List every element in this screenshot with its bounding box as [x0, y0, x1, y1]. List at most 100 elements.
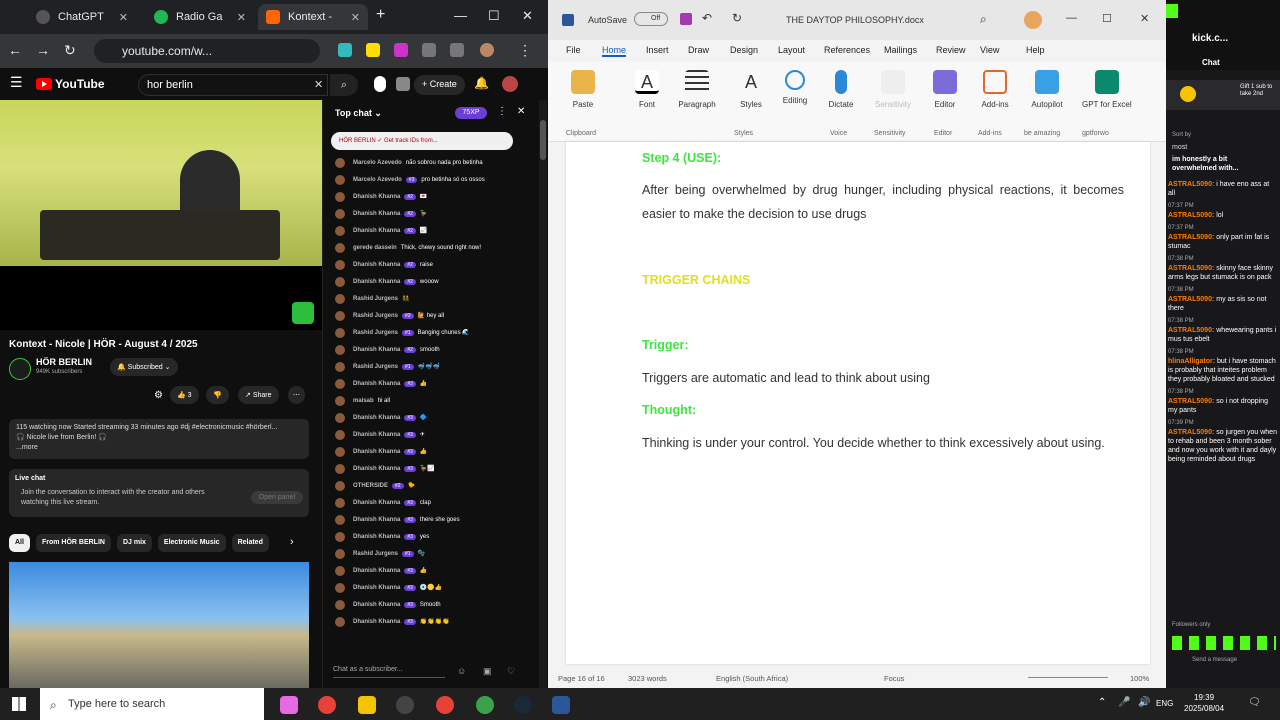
send-message-input[interactable]: Send a message: [1192, 656, 1246, 664]
zoom-level[interactable]: 100%: [1130, 674, 1149, 683]
copilot-icon[interactable]: [280, 696, 298, 714]
split-icon[interactable]: [450, 43, 464, 57]
kick-message[interactable]: 07:38 PM ASTRAL5090: so i not dropping my…: [1168, 388, 1278, 415]
windows-start-icon[interactable]: [12, 697, 26, 711]
hamburger-icon[interactable]: ☰: [10, 74, 23, 91]
ribbon-tab-file[interactable]: File: [566, 45, 581, 55]
ribbon-tab-references[interactable]: References: [824, 45, 870, 55]
extension-icon[interactable]: [338, 43, 352, 57]
pinned-message[interactable]: im honestly a bit overwhelmed with...: [1172, 155, 1268, 173]
word-count[interactable]: 3023 words: [628, 674, 667, 683]
chat-message[interactable]: Dhanish Khanna #3 👏👏👏👏: [335, 613, 525, 630]
chat-message[interactable]: Dhanish Khanna #3 ✈: [335, 426, 525, 443]
chip-dj-mix[interactable]: DJ mix: [116, 534, 152, 552]
chat-message[interactable]: Dhanish Khanna #3 clap: [335, 494, 525, 511]
ribbon-tab-mailings[interactable]: Mailings: [884, 45, 917, 55]
gear-icon[interactable]: ⚙: [154, 390, 163, 401]
search-button[interactable]: ⌕: [330, 74, 358, 96]
search-icon[interactable]: ⌕: [980, 12, 987, 27]
puzzle-icon[interactable]: [422, 43, 436, 57]
back-icon[interactable]: ←: [8, 42, 22, 58]
xp-badge[interactable]: 75XP: [455, 107, 487, 119]
document-title[interactable]: THE DAYTOP PHILOSOPHY.docx: [786, 15, 924, 25]
super-chat-icon[interactable]: ▣: [483, 666, 492, 677]
document-page[interactable]: Step 4 (USE): After being overwhelmed by…: [566, 142, 1150, 664]
chat-message[interactable]: Dhanish Khanna #3 👍: [335, 562, 525, 579]
ribbon-tab-layout[interactable]: Layout: [778, 45, 805, 55]
close-icon[interactable]: ✕: [351, 11, 360, 24]
save-icon[interactable]: [680, 13, 692, 25]
ribbon-tab-help[interactable]: Help: [1026, 45, 1045, 55]
chevron-right-icon[interactable]: ›: [290, 536, 294, 548]
kick-message[interactable]: 07:38 PM ASTRAL5090: whewearing pants i m…: [1168, 317, 1278, 344]
maximize-button[interactable]: ☐: [1102, 12, 1112, 25]
page-count[interactable]: Page 16 of 16: [558, 674, 605, 683]
steam-icon[interactable]: [514, 696, 532, 714]
chat-message[interactable]: Dhanish Khanna #2 raise: [335, 256, 525, 273]
paste-button[interactable]: Paste: [558, 70, 608, 109]
chat-message[interactable]: Dhanish Khanna #3 yes: [335, 528, 525, 545]
new-tab-button[interactable]: +: [376, 6, 385, 24]
search-input[interactable]: hor berlin: [138, 74, 328, 96]
obs-icon[interactable]: [396, 696, 414, 714]
chip-all[interactable]: All: [9, 534, 30, 552]
chat-message[interactable]: maisab hi all: [335, 392, 525, 409]
emoji-icon[interactable]: ☺: [457, 666, 466, 676]
ribbon-tab-design[interactable]: Design: [730, 45, 758, 55]
chrome-icon[interactable]: [436, 696, 454, 714]
youtube-logo[interactable]: YouTube: [36, 77, 105, 91]
close-icon[interactable]: ✕: [119, 11, 128, 24]
more-icon[interactable]: ⋮: [497, 106, 507, 117]
chip-related[interactable]: Related: [231, 534, 269, 552]
styles-button[interactable]: A Styles: [726, 70, 776, 109]
sort-select[interactable]: Sort by: [1172, 132, 1191, 138]
ribbon-tab-home[interactable]: Home: [602, 45, 627, 57]
tab-radio[interactable]: Radio Ga ✕: [146, 4, 254, 30]
file-explorer-icon[interactable]: [358, 696, 376, 714]
recommended-thumbnail[interactable]: [9, 562, 309, 688]
tab-kontext[interactable]: Kontext - ✕: [258, 4, 368, 30]
chat-message[interactable]: Dhanish Khanna #2 smooth: [335, 341, 525, 358]
subscribed-button[interactable]: 🔔 Subscribed ⌄: [110, 358, 178, 376]
chat-message[interactable]: Dhanish Khanna #3 💿🟡👍: [335, 579, 525, 596]
kick-message[interactable]: 07:38 PM hlinaAlligator: but i have stoma…: [1168, 348, 1278, 384]
clock[interactable]: 19:39 2025/08/04: [1184, 692, 1224, 714]
chat-input[interactable]: Chat as a subscriber...: [333, 660, 445, 678]
chat-message[interactable]: Dhanish Khanna #3 Smooth: [335, 596, 525, 613]
ribbon-tab-insert[interactable]: Insert: [646, 45, 669, 55]
dislike-button[interactable]: 👎: [206, 386, 229, 404]
url-bar[interactable]: youtube.com/w...: [94, 39, 320, 63]
gift-banner[interactable]: Gift 1 sub to take 2nd: [1166, 80, 1280, 110]
chat-message[interactable]: Dhanish Khanna #3 🔷: [335, 409, 525, 426]
editing-button[interactable]: Editing: [770, 70, 820, 105]
chat-message[interactable]: Dhanish Khanna #2 wooow: [335, 273, 525, 290]
minimize-button[interactable]: —: [454, 8, 467, 23]
reload-icon[interactable]: ↻: [64, 42, 76, 59]
kick-message[interactable]: 07:38 PM ASTRAL5090: skinny face skinny a…: [1168, 255, 1278, 282]
undo-icon[interactable]: ↶: [702, 11, 712, 25]
chip-electronic[interactable]: Electronic Music: [157, 534, 226, 552]
language-indicator[interactable]: ENG: [1156, 699, 1173, 708]
close-window-button[interactable]: ✕: [522, 8, 533, 24]
kick-message[interactable]: 07:38 PM ASTRAL5090: my as sis so not the…: [1168, 286, 1278, 313]
kick-url[interactable]: kick.c...: [1192, 33, 1228, 44]
extension-icon[interactable]: [394, 43, 408, 57]
heart-icon[interactable]: ♡: [507, 666, 515, 677]
chip-from-channel[interactable]: From HÖR BERLIN: [35, 534, 111, 552]
chevron-up-icon[interactable]: ⌃: [1098, 697, 1106, 708]
chat-message[interactable]: Dhanish Khanna #3 🦆📈: [335, 460, 525, 477]
mic-icon[interactable]: [374, 76, 386, 92]
bell-icon[interactable]: 🔔: [474, 76, 489, 90]
kick-message[interactable]: ASTRAL5090: i have eno ass at all: [1168, 180, 1278, 198]
autosave-toggle[interactable]: Off: [634, 12, 668, 26]
mic-icon[interactable]: 🎤: [1118, 697, 1130, 708]
pinned-message[interactable]: HÖR BERLIN ✓ Get track IDs from...: [331, 132, 513, 150]
description-box[interactable]: 115 watching now Started streaming 33 mi…: [9, 419, 309, 459]
chat-message[interactable]: Dhanish Khanna #3 👍: [335, 375, 525, 392]
share-button[interactable]: ↗ Share: [238, 386, 279, 404]
chat-message[interactable]: Rashid Jurgens #1 Banging chunes 🌊: [335, 324, 525, 341]
add-ins-button[interactable]: Add-ins: [970, 70, 1020, 109]
chrome-icon[interactable]: [318, 696, 336, 714]
ribbon-tab-draw[interactable]: Draw: [688, 45, 709, 55]
chat-message[interactable]: Dhanish Khanna #2 💌: [335, 188, 525, 205]
